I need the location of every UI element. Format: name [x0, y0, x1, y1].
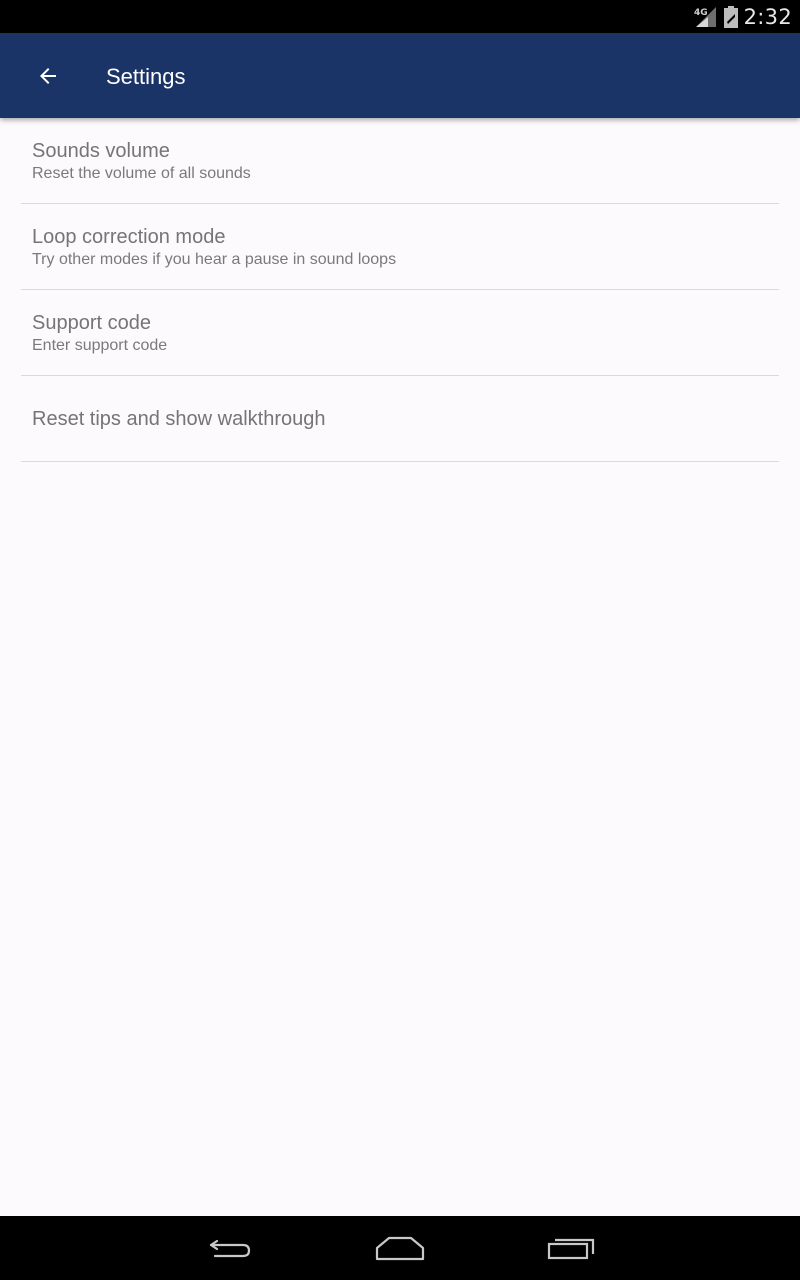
nav-home-button[interactable]	[360, 1226, 440, 1270]
setting-sounds-volume[interactable]: Sounds volume Reset the volume of all so…	[21, 118, 779, 204]
network-type-label: 4G	[694, 8, 708, 18]
setting-summary: Try other modes if you hear a pause in s…	[32, 251, 397, 268]
setting-title: Sounds volume	[32, 140, 170, 162]
page-title: Settings	[106, 64, 186, 89]
setting-title: Reset tips and show walkthrough	[32, 408, 326, 430]
back-button[interactable]	[24, 53, 72, 99]
setting-loop-correction-mode[interactable]: Loop correction mode Try other modes if …	[21, 204, 779, 290]
settings-list: Sounds volume Reset the volume of all so…	[0, 118, 800, 462]
setting-summary: Reset the volume of all sounds	[32, 165, 251, 182]
arrow-left-icon	[40, 68, 56, 84]
setting-summary: Enter support code	[32, 337, 168, 354]
recents-nav-icon	[547, 1238, 595, 1260]
status-bar: 4G 2:32	[0, 0, 800, 33]
app-bar: Settings	[0, 33, 800, 118]
status-icons: 4G 2:32	[694, 0, 792, 33]
setting-title: Support code	[32, 312, 151, 334]
home-nav-icon	[375, 1236, 425, 1261]
nav-back-button[interactable]	[190, 1226, 270, 1270]
back-nav-icon	[209, 1239, 251, 1258]
signal-icon: 4G	[694, 6, 716, 27]
setting-reset-tips[interactable]: Reset tips and show walkthrough	[21, 376, 779, 462]
setting-title: Loop correction mode	[32, 226, 226, 248]
battery-icon	[723, 5, 738, 28]
navigation-bar	[0, 1216, 800, 1280]
setting-support-code[interactable]: Support code Enter support code	[21, 290, 779, 376]
status-time: 2:32	[743, 4, 792, 29]
nav-recents-button[interactable]	[531, 1226, 611, 1270]
